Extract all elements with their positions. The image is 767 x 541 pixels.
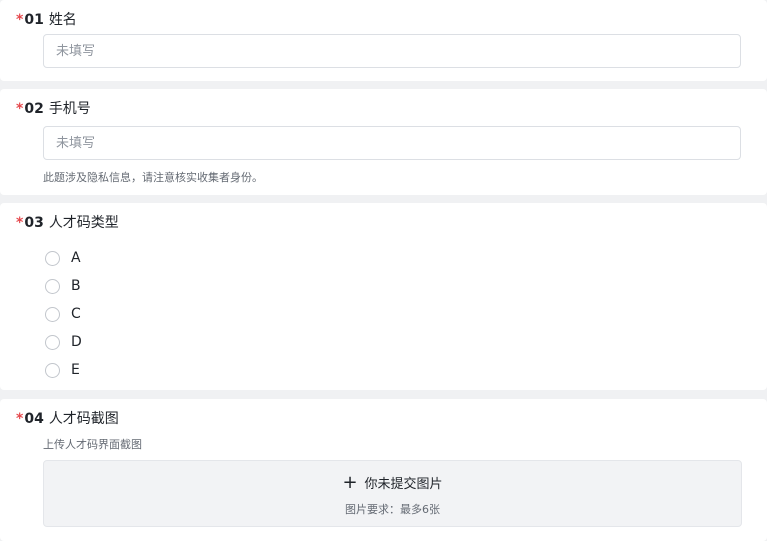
question-card-talent-code-type: * 03 人才码类型 A B C D E	[0, 203, 767, 390]
radio-option-d[interactable]: D	[45, 328, 82, 356]
question-header: * 02 手机号	[16, 100, 91, 118]
upload-label: 你未提交图片	[364, 477, 443, 492]
question-card-screenshot: * 04 人才码截图 上传人才码界面截图 + 你未提交图片 图片要求：最多6张	[0, 399, 767, 541]
image-upload-area[interactable]: + 你未提交图片 图片要求：最多6张	[43, 460, 742, 527]
question-card-phone: * 02 手机号 此题涉及隐私信息，请注意核实收集者身份。	[0, 89, 767, 195]
question-number: 04	[24, 411, 44, 427]
name-input[interactable]	[43, 34, 741, 68]
option-label: B	[71, 278, 81, 294]
question-number: 02	[24, 101, 44, 117]
required-mark: *	[16, 12, 24, 28]
option-label: C	[71, 306, 81, 322]
radio-circle-icon[interactable]	[45, 334, 60, 350]
option-label: D	[71, 334, 82, 350]
option-label: A	[71, 250, 81, 266]
question-card-name: * 01 姓名	[0, 0, 767, 81]
radio-option-b[interactable]: B	[45, 272, 82, 300]
radio-circle-icon[interactable]	[45, 306, 60, 322]
question-header: * 03 人才码类型	[16, 214, 119, 232]
radio-circle-icon[interactable]	[45, 362, 60, 378]
required-mark: *	[16, 411, 24, 427]
upload-requirement: 图片要求：最多6张	[345, 503, 440, 516]
privacy-hint: 此题涉及隐私信息，请注意核实收集者身份。	[43, 171, 263, 184]
option-label: E	[71, 362, 80, 378]
question-title: 手机号	[48, 101, 91, 117]
question-number: 01	[24, 12, 44, 28]
question-header: * 01 姓名	[16, 11, 77, 29]
question-description: 上传人才码界面截图	[43, 438, 142, 451]
question-title: 人才码类型	[48, 215, 119, 231]
plus-icon: +	[342, 471, 358, 493]
radio-circle-icon[interactable]	[45, 250, 60, 266]
required-mark: *	[16, 101, 24, 117]
question-title: 人才码截图	[48, 411, 119, 427]
question-header: * 04 人才码截图	[16, 410, 119, 428]
radio-circle-icon[interactable]	[45, 278, 60, 294]
radio-option-a[interactable]: A	[45, 244, 82, 272]
question-title: 姓名	[48, 12, 77, 28]
required-mark: *	[16, 215, 24, 231]
question-number: 03	[24, 215, 44, 231]
radio-option-c[interactable]: C	[45, 300, 82, 328]
radio-option-e[interactable]: E	[45, 356, 82, 384]
phone-input[interactable]	[43, 126, 741, 160]
radio-group: A B C D E	[45, 244, 82, 384]
upload-prompt: + 你未提交图片	[44, 473, 741, 492]
